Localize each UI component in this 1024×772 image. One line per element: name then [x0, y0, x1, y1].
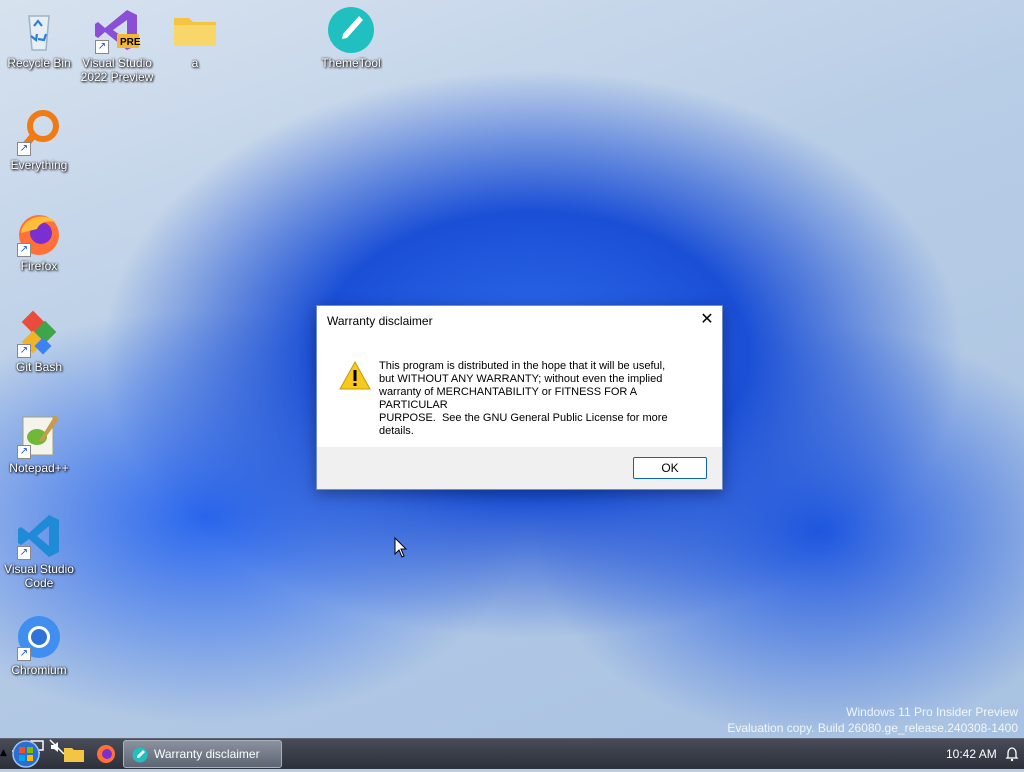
desktop-icon-folder-a[interactable]: a [156, 6, 234, 70]
pre-badge: PRE [120, 37, 141, 48]
desktop-icon-label: Visual Studio 2022 Preview [80, 56, 154, 84]
desktop-icon-everything[interactable]: ↗ Everything [0, 108, 78, 172]
desktop-icon-notepad-plus-plus[interactable]: ↗ Notepad++ [0, 411, 78, 475]
folder-icon [171, 6, 219, 54]
start-button[interactable] [6, 739, 46, 769]
dialog-footer: OK [317, 447, 722, 489]
ok-button[interactable]: OK [633, 457, 707, 479]
shortcut-arrow-icon: ↗ [17, 142, 31, 156]
git-bash-icon: ↗ [15, 310, 63, 358]
shortcut-arrow-icon: ↗ [17, 344, 31, 358]
firefox-icon: ↗ [15, 209, 63, 257]
visual-studio-code-icon: ↗ [15, 512, 63, 560]
dialog-title: Warranty disclaimer [327, 314, 433, 328]
desktop-icon-visual-studio-code[interactable]: ↗ Visual Studio Code [0, 512, 78, 590]
shortcut-arrow-icon: ↗ [17, 546, 31, 560]
evaluation-watermark: Windows 11 Pro Insider Preview Evaluatio… [727, 704, 1018, 736]
visual-studio-preview-icon: PRE ↗ [93, 6, 141, 54]
desktop-icon-visual-studio-2022-preview[interactable]: PRE ↗ Visual Studio 2022 Preview [78, 6, 156, 84]
shortcut-arrow-icon: ↗ [95, 40, 109, 54]
everything-search-icon: ↗ [15, 108, 63, 156]
desktop-icon-label: Notepad++ [9, 461, 69, 475]
shortcut-arrow-icon: ↗ [17, 445, 31, 459]
desktop-icon-label: Git Bash [15, 360, 63, 374]
taskbar-item-warranty-disclaimer[interactable]: Warranty disclaimer [123, 740, 282, 768]
desktop-icon-label: Everything [10, 158, 68, 172]
desktop-icon-label: Firefox [20, 259, 58, 273]
taskbar: Warranty disclaimer ▲ 10:42 AM [0, 738, 1024, 769]
notification-bell-icon[interactable] [1004, 746, 1020, 762]
recycle-bin-icon [15, 6, 63, 54]
dialog-message: This program is distributed in the hope … [379, 360, 668, 437]
desktop-icon-label: a [191, 56, 199, 70]
desktop-icon-label: Recycle Bin [7, 56, 71, 70]
firefox-taskbar-icon[interactable] [94, 743, 118, 765]
themetool-icon [327, 6, 375, 54]
mouse-cursor-icon [394, 536, 408, 562]
watermark-line-2: Evaluation copy. Build 26080.ge_release.… [727, 721, 1018, 735]
desktop-icon-firefox[interactable]: ↗ Firefox [0, 209, 78, 273]
watermark-line-1: Windows 11 Pro Insider Preview [846, 705, 1018, 719]
desktop-icon-label: ThemeTool [321, 56, 381, 70]
close-icon[interactable]: ✕ [696, 309, 718, 331]
desktop-icon-themetool[interactable]: ThemeTool [312, 6, 390, 70]
notepad-plus-plus-icon: ↗ [15, 411, 63, 459]
desktop-icon-recycle-bin[interactable]: Recycle Bin [0, 6, 78, 70]
warranty-disclaimer-dialog: Warranty disclaimer ✕ This program is di… [316, 305, 723, 490]
desktop-icon-git-bash[interactable]: ↗ Git Bash [0, 310, 78, 374]
desktop-icon-label: Chromium [11, 663, 67, 677]
desktop-icon-label: Visual Studio Code [4, 562, 74, 590]
desktop-icon-chromium[interactable]: ↗ Chromium [0, 613, 78, 677]
file-explorer-icon[interactable] [62, 743, 86, 765]
shortcut-arrow-icon: ↗ [17, 647, 31, 661]
warning-icon [339, 360, 371, 392]
taskbar-clock[interactable]: 10:42 AM [946, 739, 997, 769]
taskbar-item-label: Warranty disclaimer [154, 747, 260, 761]
chromium-icon: ↗ [15, 613, 63, 661]
themetool-icon [132, 746, 148, 763]
shortcut-arrow-icon: ↗ [17, 243, 31, 257]
